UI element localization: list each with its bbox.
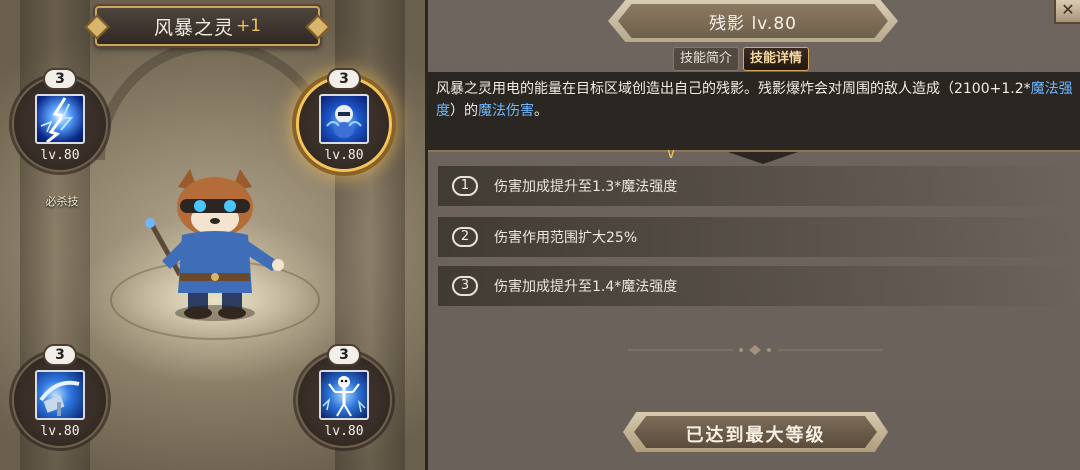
skill-upgrade-count: 3 — [327, 68, 361, 90]
upgrade-number: 2 — [452, 227, 478, 247]
upgrade-row: 2 伤害作用范围扩大25% — [438, 217, 1078, 257]
skill-level: lv.80 — [40, 424, 80, 439]
skill-slot-spirit-clone[interactable]: 3 lv.80 — [296, 68, 392, 176]
skill-title: 残影 lv.80 — [709, 14, 797, 34]
skill-description-box: 风暴之灵用电的能量在目标区域创造出自己的残影。残影爆炸会对周围的敌人造成（210… — [428, 72, 1080, 152]
magic-power-keyword: 魔法强度 — [621, 279, 678, 295]
detail-tabs: 技能简介 技能详情 — [673, 47, 810, 71]
skill-level: lv.80 — [324, 148, 364, 163]
skill-level: lv.80 — [40, 148, 80, 163]
skill-upgrade-count: 3 — [43, 68, 77, 90]
ornament-divider — [628, 345, 883, 355]
skill-description: 风暴之灵用电的能量在目标区域创造出自己的残影。残影爆炸会对周围的敌人造成（210… — [436, 81, 1073, 119]
hero-star-level: +1 — [235, 16, 262, 36]
magic-damage-keyword: 魔法伤害 — [478, 103, 534, 119]
skeleton-shock-icon — [319, 370, 369, 420]
tab-skill-details[interactable]: 技能详情 — [743, 47, 810, 71]
hero-name: 风暴之灵 — [153, 16, 234, 39]
skill-slot-skeleton-shock[interactable]: 3 lv.80 — [296, 344, 392, 452]
hammer-icon — [35, 370, 85, 420]
upgrade-row: 3 伤害加成提升至1.4* 魔法强度 — [438, 266, 1078, 306]
upgrade-text: 伤害作用范围扩大25% — [494, 230, 638, 246]
skill-slot-hammer[interactable]: 3 lv.80 — [12, 344, 108, 452]
close-button[interactable]: ✕ — [1054, 0, 1080, 24]
skill-level: lv.80 — [324, 424, 364, 439]
upgrade-number: 3 — [452, 276, 478, 296]
chevron-down-icon: ∨ — [665, 146, 677, 162]
skill-upgrade-count: 3 — [327, 344, 361, 366]
upgrade-row: 1 伤害加成提升至1.3* 魔法强度 — [438, 166, 1078, 206]
upgrade-text: 伤害加成提升至1.4* — [494, 279, 622, 295]
upgrade-text: 伤害加成提升至1.3* — [494, 179, 622, 195]
max-level-label: 已达到最大等级 — [685, 425, 826, 446]
upgrade-number: 1 — [452, 176, 478, 196]
hero-character-model[interactable] — [140, 165, 290, 325]
hero-name-banner: 风暴之灵 +1 — [95, 6, 320, 46]
ultimate-tag: 必杀技 — [45, 195, 79, 208]
lightning-icon — [35, 94, 85, 144]
skill-slot-lightning[interactable]: 3 lv.80 — [12, 68, 108, 176]
skill-detail-panel: 残影 lv.80 ✕ 技能简介 技能详情 风暴之灵用电的能量在目标区域创造出自己… — [425, 0, 1080, 470]
skill-upgrade-count: 3 — [43, 344, 77, 366]
magic-power-keyword: 魔法强度 — [621, 179, 678, 195]
spirit-clone-icon — [319, 94, 369, 144]
hero-panel: 风暴之灵 +1 3 lv.80 必杀技 3 lv.80 3 lv.80 3 lv… — [0, 0, 425, 470]
tab-skill-summary[interactable]: 技能简介 — [673, 47, 740, 71]
raccoon-hero-figure — [145, 169, 284, 319]
